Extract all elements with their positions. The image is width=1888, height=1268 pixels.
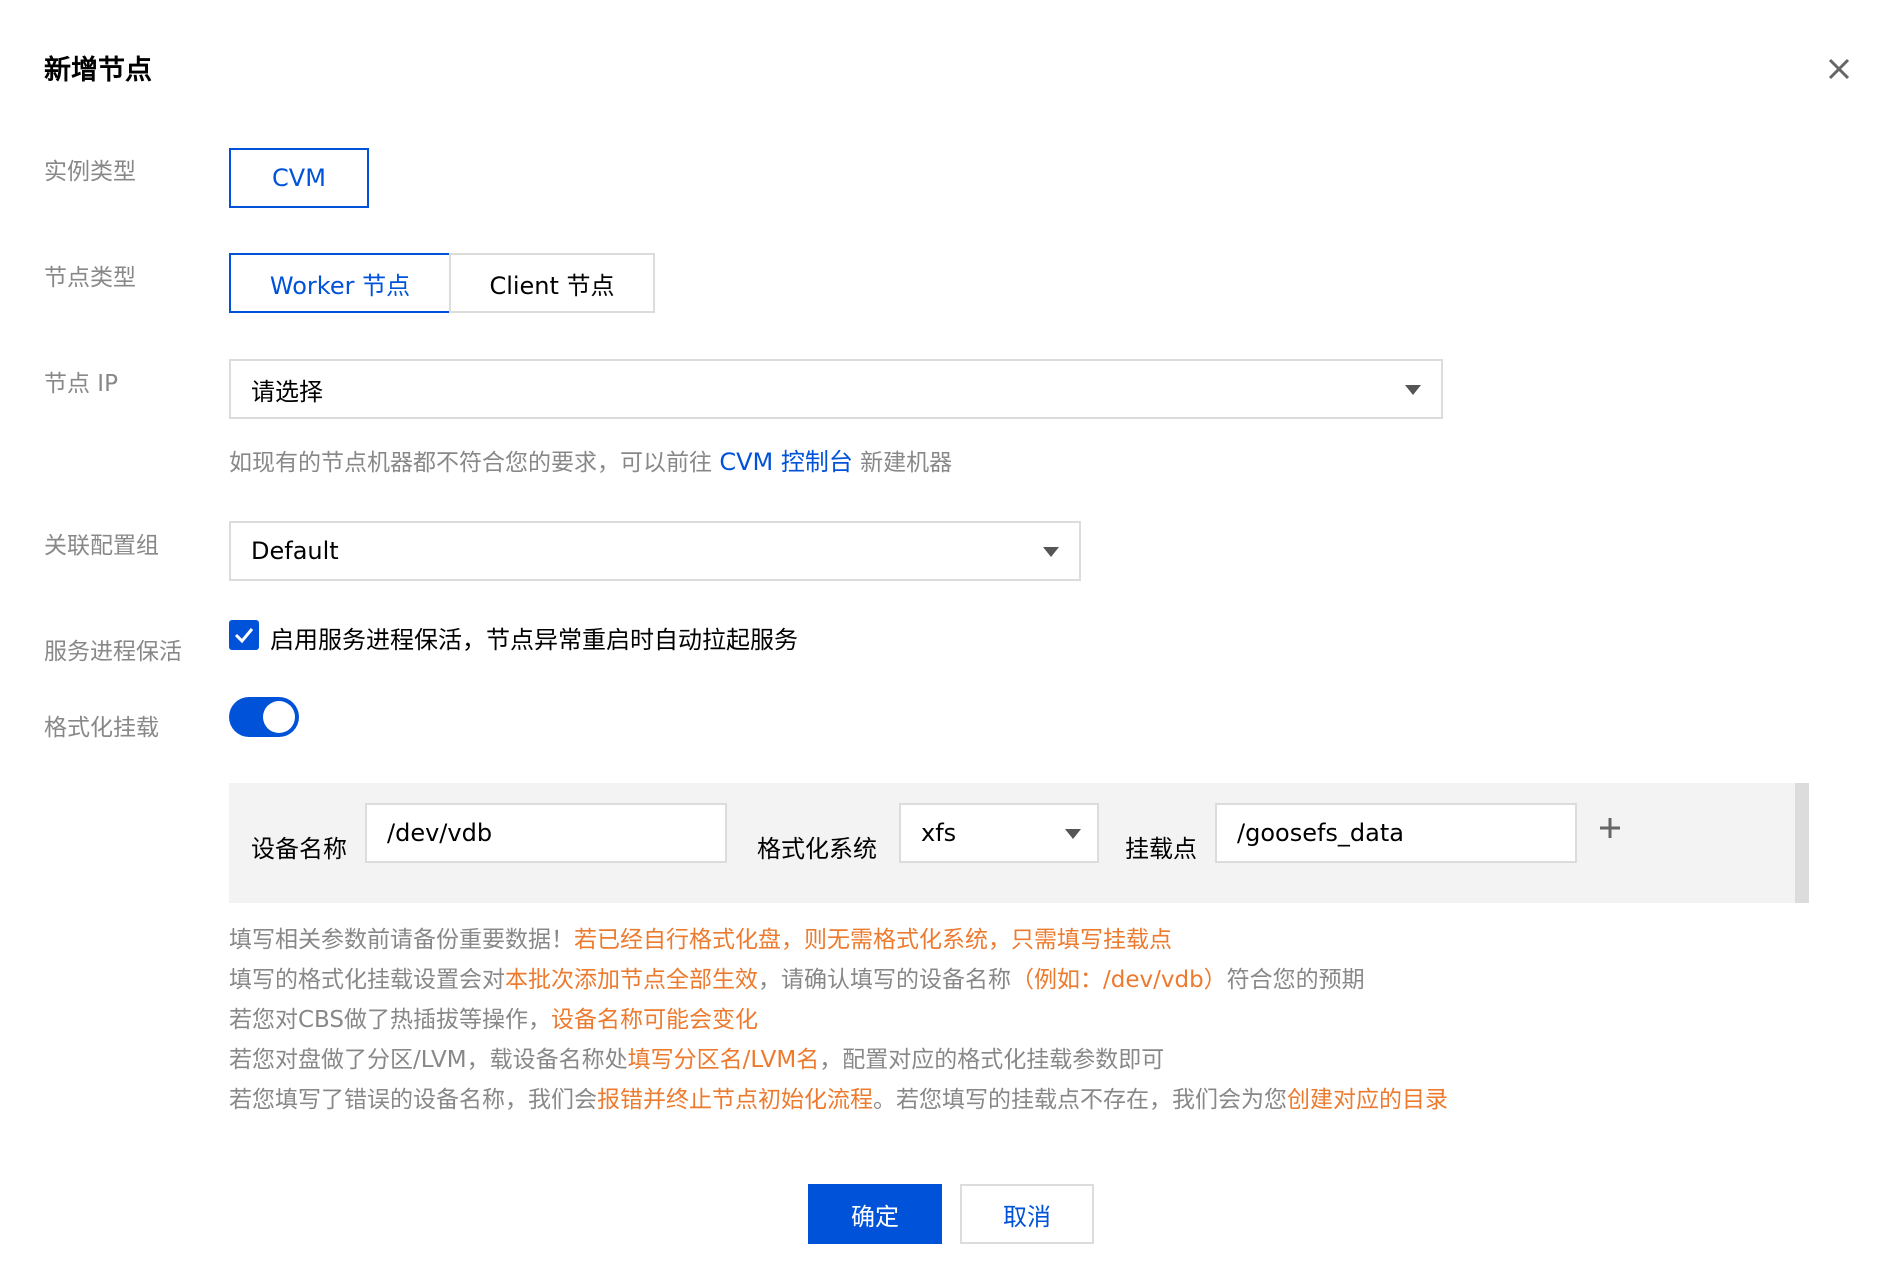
instance-type-group: CVM bbox=[229, 148, 369, 208]
plus-icon bbox=[1600, 818, 1620, 838]
node-type-group: Worker 节点 Client 节点 bbox=[229, 253, 655, 313]
keepalive-checkbox[interactable] bbox=[229, 620, 259, 650]
note-text: ，请确认填写的设备名称 bbox=[758, 967, 1011, 993]
instance-type-label: 实例类型 bbox=[44, 159, 136, 185]
note-line-2: 填写的格式化挂载设置会对本批次添加节点全部生效，请确认填写的设备名称（例如：/d… bbox=[229, 960, 1448, 1000]
node-type-worker-button[interactable]: Worker 节点 bbox=[229, 253, 451, 313]
cvm-console-link[interactable]: CVM 控制台 bbox=[719, 448, 853, 476]
config-group-select-value: Default bbox=[251, 537, 339, 565]
caret-down-icon bbox=[1043, 547, 1059, 557]
format-mount-toggle[interactable] bbox=[229, 697, 299, 737]
node-ip-label: 节点 IP bbox=[44, 371, 118, 397]
device-name-input[interactable]: /dev/vdb bbox=[365, 803, 727, 863]
panel-scrollbar[interactable] bbox=[1795, 783, 1809, 903]
node-ip-hint: 如现有的节点机器都不符合您的要求，可以前往 CVM 控制台 新建机器 bbox=[229, 442, 952, 477]
note-highlight: 本批次添加节点全部生效 bbox=[505, 967, 758, 993]
dialog-title: 新增节点 bbox=[44, 55, 152, 86]
note-highlight: 设备名称可能会变化 bbox=[551, 1007, 759, 1033]
note-line-3: 若您对CBS做了热插拔等操作，设备名称可能会变化 bbox=[229, 1000, 1448, 1040]
note-highlight: 填写分区名/LVM名 bbox=[627, 1047, 820, 1073]
node-ip-hint-prefix: 如现有的节点机器都不符合您的要求，可以前往 bbox=[229, 450, 712, 476]
filesystem-select[interactable]: xfs bbox=[899, 803, 1099, 863]
note-text: 若您对盘做了分区/LVM，载设备名称处 bbox=[229, 1047, 628, 1073]
filesystem-label: 格式化系统 bbox=[757, 835, 877, 863]
node-ip-hint-suffix: 新建机器 bbox=[860, 450, 953, 476]
node-ip-select[interactable]: 请选择 bbox=[229, 359, 1443, 419]
add-mount-button[interactable] bbox=[1595, 813, 1625, 843]
note-line-1: 填写相关参数前请备份重要数据！若已经自行格式化盘，则无需格式化系统，只需填写挂载… bbox=[229, 920, 1448, 960]
config-group-select[interactable]: Default bbox=[229, 521, 1081, 581]
instance-type-cvm-button[interactable]: CVM bbox=[229, 148, 369, 208]
note-text: 若您对CBS做了热插拔等操作， bbox=[229, 1007, 552, 1033]
note-text: 填写的格式化挂载设置会对 bbox=[229, 967, 505, 993]
note-text: ，配置对应的格式化挂载参数即可 bbox=[819, 1047, 1165, 1073]
mount-point-label: 挂载点 bbox=[1125, 835, 1197, 863]
note-text: 填写相关参数前请备份重要数据！ bbox=[229, 927, 574, 953]
confirm-button[interactable]: 确定 bbox=[808, 1184, 942, 1244]
caret-down-icon bbox=[1065, 829, 1081, 839]
cancel-button[interactable]: 取消 bbox=[960, 1184, 1094, 1244]
keepalive-label: 服务进程保活 bbox=[44, 639, 182, 665]
device-name-label: 设备名称 bbox=[251, 835, 347, 863]
node-type-label: 节点类型 bbox=[44, 265, 136, 291]
note-line-5: 若您填写了错误的设备名称，我们会报错并终止节点初始化流程。若您填写的挂载点不存在… bbox=[229, 1080, 1448, 1120]
note-text: 符合您的预期 bbox=[1226, 967, 1365, 993]
note-line-4: 若您对盘做了分区/LVM，载设备名称处填写分区名/LVM名，配置对应的格式化挂载… bbox=[229, 1040, 1448, 1080]
note-highlight: （例如：/dev/vdb） bbox=[1011, 967, 1227, 993]
format-mount-label: 格式化挂载 bbox=[44, 715, 159, 741]
note-text: 若您填写了错误的设备名称，我们会 bbox=[229, 1087, 597, 1113]
filesystem-select-value: xfs bbox=[921, 819, 957, 847]
node-type-client-button[interactable]: Client 节点 bbox=[449, 253, 655, 313]
mount-config-panel: 设备名称 /dev/vdb 格式化系统 xfs 挂载点 /goosefs_dat… bbox=[229, 783, 1809, 903]
mount-notes: 填写相关参数前请备份重要数据！若已经自行格式化盘，则无需格式化系统，只需填写挂载… bbox=[229, 920, 1448, 1120]
note-highlight: 创建对应的目录 bbox=[1287, 1087, 1448, 1113]
toggle-knob bbox=[263, 701, 295, 733]
config-group-label: 关联配置组 bbox=[44, 533, 159, 559]
mount-point-input[interactable]: /goosefs_data bbox=[1215, 803, 1577, 863]
close-button[interactable] bbox=[1822, 52, 1856, 86]
node-ip-select-value: 请选择 bbox=[251, 377, 323, 406]
keepalive-text: 启用服务进程保活，节点异常重启时自动拉起服务 bbox=[270, 626, 798, 654]
note-highlight: 报错并终止节点初始化流程 bbox=[597, 1087, 873, 1113]
caret-down-icon bbox=[1405, 385, 1421, 395]
check-icon bbox=[234, 628, 254, 644]
note-text: 。若您填写的挂载点不存在，我们会为您 bbox=[873, 1087, 1287, 1113]
close-icon bbox=[1828, 58, 1850, 80]
note-highlight: 若已经自行格式化盘，则无需格式化系统，只需填写挂载点 bbox=[574, 927, 1172, 953]
